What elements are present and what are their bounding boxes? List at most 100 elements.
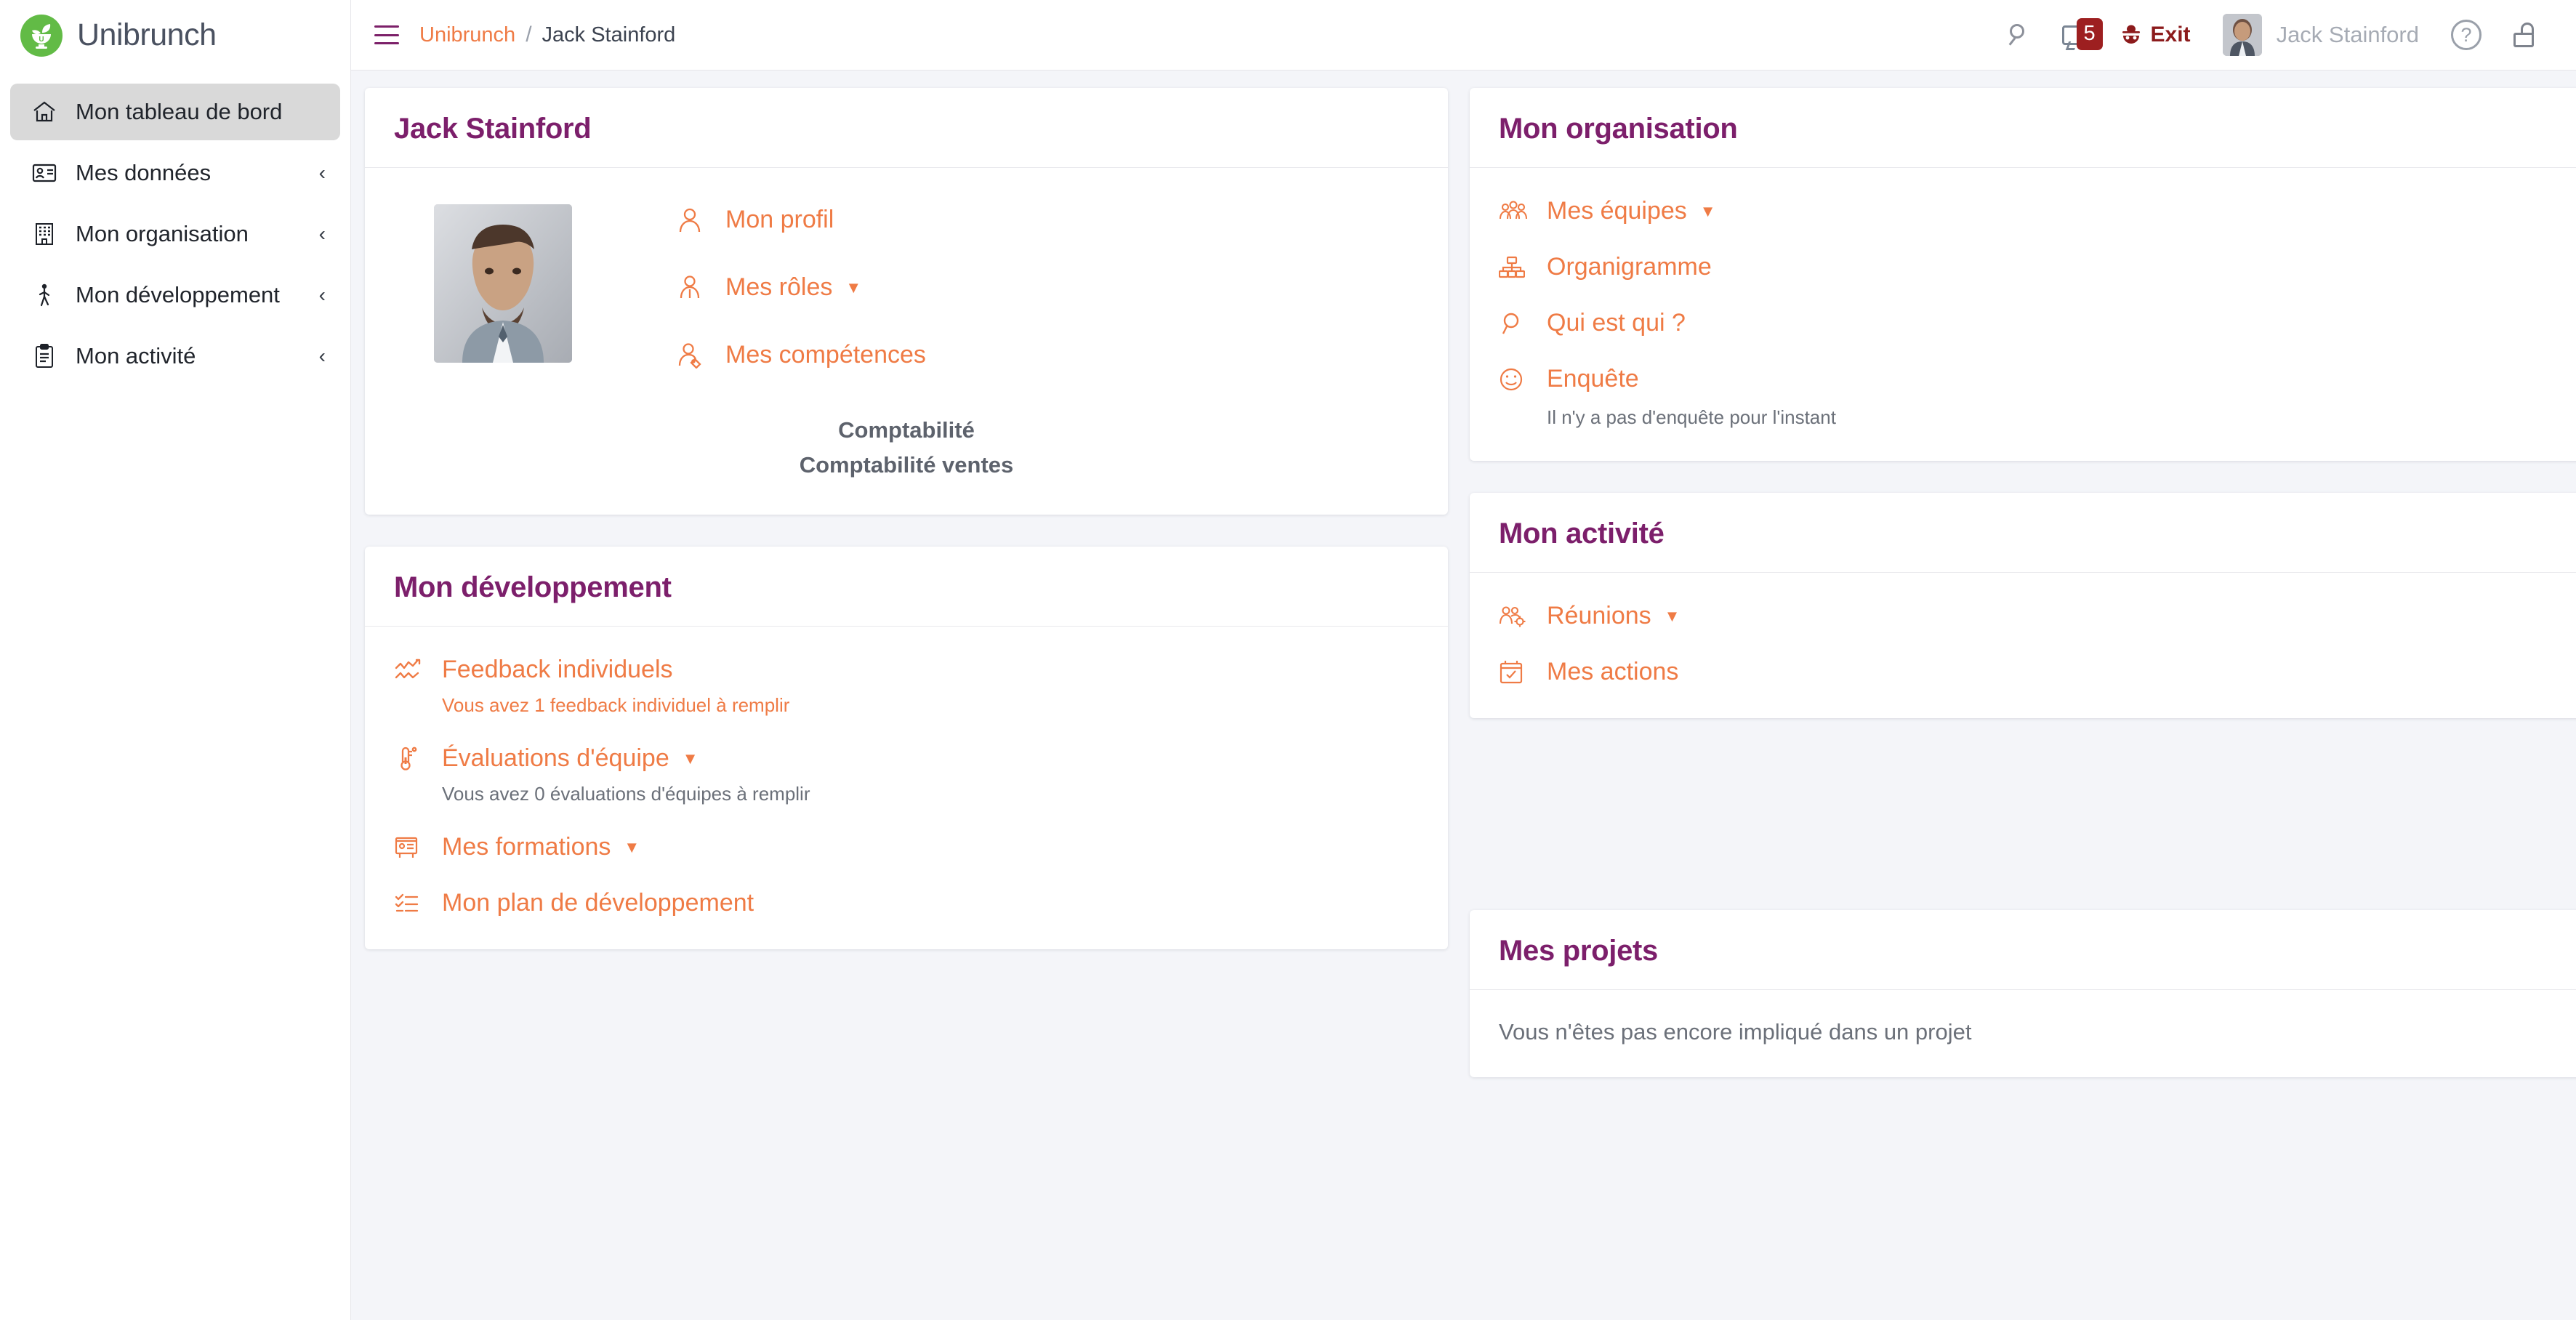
svg-text:U: U [39, 36, 44, 44]
mon-profil-link[interactable]: Mon profil [677, 206, 926, 234]
chevron-down-icon[interactable]: ▼ [683, 749, 699, 768]
search-icon [1499, 311, 1537, 336]
help-button[interactable]: ? [2435, 0, 2497, 71]
mes-formations-link[interactable]: Mes formations ▼ [394, 833, 1419, 861]
home-icon [29, 100, 60, 124]
brand-area: U Unibrunch [0, 0, 351, 71]
development-card-header: Mon développement [365, 547, 1448, 627]
person-tie-icon [677, 275, 715, 301]
sidebar-item-mon-tableau-de-bord[interactable]: Mon tableau de bord [10, 84, 340, 140]
breadcrumb: Unibrunch / Jack Stainford [419, 23, 675, 47]
main-content: Jack Stainford Mon profil Mes rôles ▼ Me… [352, 71, 2576, 1320]
mon-plan-developpement-link[interactable]: Mon plan de développement [394, 889, 1419, 917]
link-label: Mon plan de développement [442, 889, 754, 917]
feedback-note: Vous avez 1 feedback individuel à rempli… [442, 694, 790, 717]
chevron-left-icon: ‹ [318, 283, 326, 306]
profile-card-body: Mon profil Mes rôles ▼ Mes compétences C… [365, 168, 1448, 515]
breadcrumb-current: Jack Stainford [542, 23, 676, 47]
training-board-icon [394, 835, 432, 860]
mes-actions-link[interactable]: Mes actions [1499, 658, 2560, 686]
spy-incognito-icon [2119, 23, 2144, 47]
id-card-icon [29, 163, 60, 183]
top-bar-main: Unibrunch / Jack Stainford 5 Exit Jack S… [351, 0, 2576, 71]
exit-button[interactable]: Exit [2103, 23, 2207, 47]
profile-card: Jack Stainford Mon profil Mes rôles ▼ Me… [365, 88, 1448, 515]
chevron-left-icon: ‹ [318, 222, 326, 245]
development-card: Mon développement Feedback individuels V… [365, 547, 1448, 950]
organisation-card: Mon organisation Mes équipes ▼ Organigra… [1470, 88, 2576, 461]
sidebar-item-mon-organisation[interactable]: Mon organisation ‹ [10, 206, 340, 262]
evaluations-equipe-link[interactable]: Évaluations d'équipe ▼ [394, 744, 1419, 773]
mes-competences-link[interactable]: Mes compétences [677, 341, 926, 369]
reunions-link[interactable]: Réunions ▼ [1499, 602, 2560, 630]
message-bubble-icon: 5 [2061, 17, 2103, 50]
profile-card-header: Jack Stainford [365, 88, 1448, 168]
checklist-icon [394, 892, 432, 915]
sidebar-item-mon-developpement[interactable]: Mon développement ‹ [10, 267, 340, 323]
link-label: Qui est qui ? [1547, 309, 1686, 337]
left-column: Jack Stainford Mon profil Mes rôles ▼ Me… [365, 88, 1448, 981]
profile-photo [434, 204, 572, 363]
search-button[interactable] [1992, 0, 2046, 71]
projects-card-body: Vous n'êtes pas encore impliqué dans un … [1470, 990, 2576, 1077]
chevron-down-icon[interactable]: ▼ [624, 838, 640, 857]
user-menu[interactable]: Jack Stainford [2207, 0, 2435, 71]
hamburger-icon[interactable] [374, 25, 399, 44]
walking-person-icon [29, 283, 60, 307]
roles-list: Comptabilité Comptabilité ventes [394, 413, 1419, 483]
clipboard-icon [29, 344, 60, 369]
profile-links: Mon profil Mes rôles ▼ Mes compétences [677, 206, 926, 369]
breadcrumb-separator: / [526, 23, 532, 47]
chevron-left-icon: ‹ [318, 161, 326, 184]
link-label: Enquête [1547, 365, 1639, 393]
thermometer-icon [394, 746, 432, 772]
link-label: Mes compétences [725, 341, 926, 369]
organigramme-link[interactable]: Organigramme [1499, 253, 2560, 281]
evaluations-note: Vous avez 0 évaluations d'équipes à remp… [442, 783, 810, 805]
link-label: Mes rôles [725, 273, 833, 301]
link-label: Réunions [1547, 602, 1651, 629]
organisation-card-body: Mes équipes ▼ Organigramme Qui est qui ?… [1470, 168, 2576, 461]
lock-button[interactable] [2497, 0, 2551, 71]
role-item: Comptabilité [838, 417, 975, 443]
user-name-label: Jack Stainford [2276, 22, 2419, 47]
card-title: Mes projets [1499, 935, 1658, 967]
org-chart-icon [1499, 256, 1537, 279]
role-item: Comptabilité ventes [799, 452, 1014, 478]
feedback-individuels-link[interactable]: Feedback individuels [394, 656, 1419, 684]
mes-equipes-link[interactable]: Mes équipes ▼ [1499, 197, 2560, 225]
mes-roles-link[interactable]: Mes rôles ▼ [677, 273, 926, 302]
messages-button[interactable]: 5 [2046, 0, 2103, 71]
sidebar-item-mon-activite[interactable]: Mon activité ‹ [10, 328, 340, 385]
person-tag-icon [677, 342, 715, 369]
link-label: Mes équipes [1547, 197, 1687, 225]
people-gear-icon [1499, 605, 1537, 628]
top-bar-actions: 5 Exit Jack Stainford ? [1992, 0, 2551, 71]
top-bar: U Unibrunch Unibrunch / Jack Stainford 5 [0, 0, 2576, 71]
chevron-down-icon[interactable]: ▼ [1665, 607, 1681, 626]
enquete-link[interactable]: Enquête [1499, 365, 2560, 393]
sidebar-item-label: Mon tableau de bord [76, 99, 283, 124]
breadcrumb-root-link[interactable]: Unibrunch [419, 23, 515, 47]
person-icon [677, 207, 715, 233]
card-title: Mon organisation [1499, 113, 1738, 145]
trend-zigzag-icon [394, 658, 432, 683]
link-label: Mes formations [442, 833, 611, 861]
projects-card: Mes projets Vous n'êtes pas encore impli… [1470, 910, 2576, 1077]
link-label: Organigramme [1547, 253, 1712, 281]
exit-label: Exit [2150, 23, 2191, 47]
link-label: Mes actions [1547, 658, 1679, 685]
qui-est-qui-link[interactable]: Qui est qui ? [1499, 309, 2560, 337]
development-card-body: Feedback individuels Vous avez 1 feedbac… [365, 627, 1448, 949]
avatar [2222, 14, 2262, 56]
calendar-check-icon [1499, 660, 1537, 685]
question-mark-icon: ? [2451, 20, 2482, 50]
sidebar-item-mes-donnees[interactable]: Mes données ‹ [10, 145, 340, 201]
chevron-down-icon[interactable]: ▼ [845, 278, 861, 297]
page-title: Jack Stainford [394, 113, 592, 145]
chevron-down-icon[interactable]: ▼ [1700, 202, 1716, 221]
activity-card-header: Mon activité [1470, 493, 2576, 573]
bowl-leaves-logo-icon: U [20, 14, 63, 57]
projects-empty-message: Vous n'êtes pas encore impliqué dans un … [1499, 1019, 1972, 1045]
right-column: Mon organisation Mes équipes ▼ Organigra… [1470, 88, 2576, 1109]
